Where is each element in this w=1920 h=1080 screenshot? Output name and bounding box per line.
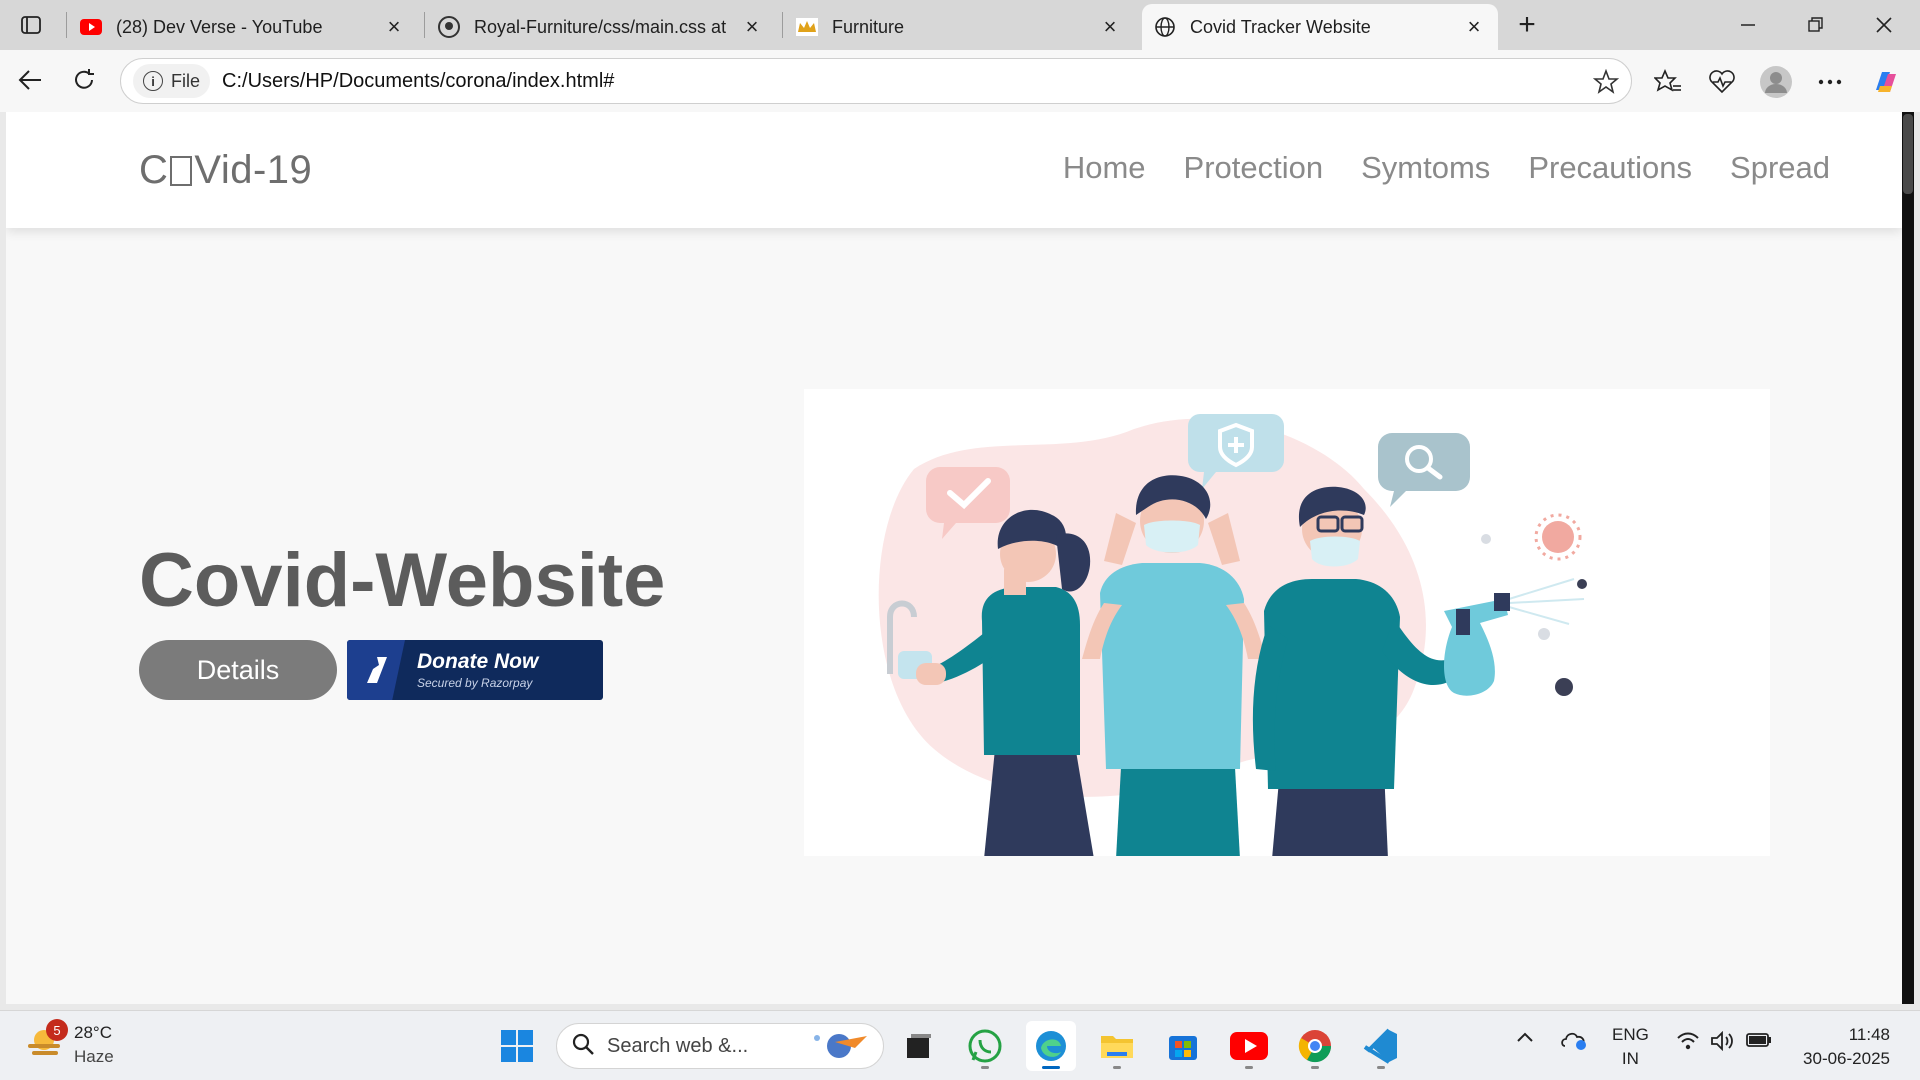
donate-label: Donate Now [417,650,539,673]
volume-icon[interactable] [1710,1031,1736,1051]
crown-icon [796,16,818,38]
profile-avatar-icon[interactable] [1756,62,1796,102]
page-viewport: C Vid-19 Home Protection Symtoms Precauti… [6,112,1902,1004]
favorite-star-icon[interactable] [1592,68,1620,100]
browser-toolbar: i File C:/Users/HP/Documents/corona/inde… [0,50,1920,112]
language-indicator[interactable]: ENG IN [1612,1023,1649,1071]
tab-youtube[interactable]: (28) Dev Verse - YouTube × [68,4,418,50]
close-icon[interactable]: × [740,14,764,39]
taskbar-clock[interactable]: 11:48 30-06-2025 [1803,1023,1890,1071]
search-placeholder: Search web &... [607,1034,749,1057]
url-text[interactable]: C:/Users/HP/Documents/corona/index.html# [222,70,614,93]
language-line2: IN [1621,1049,1639,1068]
youtube-icon [80,16,102,38]
tab-strip: (28) Dev Verse - YouTube × Royal-Furnitu… [0,0,1920,50]
taskbar-task-view[interactable] [894,1021,944,1071]
start-button[interactable] [492,1021,542,1071]
language-line1: ENG [1612,1025,1649,1044]
main-nav: Home Protection Symtoms Precautions Spre… [1063,150,1830,186]
reload-icon[interactable] [66,62,102,98]
site-logo[interactable]: C Vid-19 [139,148,312,193]
tab-github[interactable]: Royal-Furniture/css/main.css at m × [426,4,776,50]
new-tab-icon[interactable]: + [1510,8,1544,42]
globe-icon [1154,16,1176,38]
weather-widget[interactable]: 5 28°C Haze [26,1019,114,1069]
nav-precautions[interactable]: Precautions [1528,150,1692,186]
favorites-icon[interactable] [1648,62,1688,102]
close-window-icon[interactable] [1850,0,1918,50]
search-bubble-icon [1378,433,1470,507]
hero-title: Covid-Website [139,538,666,623]
weather-temp: 28°C [74,1023,112,1042]
clock-date: 30-06-2025 [1803,1049,1890,1068]
info-icon: i [143,71,163,91]
windows-taskbar: 5 28°C Haze Search web &... ENG IN 11:48… [0,1010,1920,1080]
nav-symtoms[interactable]: Symtoms [1361,150,1490,186]
scrollbar-thumb[interactable] [1903,114,1913,194]
tab-covid-tracker[interactable]: Covid Tracker Website × [1142,4,1498,50]
logo-text-start: C [139,148,169,192]
address-bar[interactable]: i File C:/Users/HP/Documents/corona/inde… [120,58,1632,104]
restore-icon[interactable] [1782,0,1850,50]
donate-sublabel: Secured by Razorpay [417,676,533,690]
taskbar-whatsapp[interactable] [960,1021,1010,1071]
close-icon[interactable]: × [382,14,406,39]
minimize-icon[interactable] [1714,0,1782,50]
site-info-chip[interactable]: i File [133,64,211,98]
taskbar-file-explorer[interactable] [1092,1021,1142,1071]
tab-label: (28) Dev Verse - YouTube [116,16,323,37]
tab-label: Covid Tracker Website [1190,16,1371,37]
copilot-icon[interactable] [1866,62,1906,102]
razorpay-logo-icon [347,640,405,700]
hero-illustration [804,389,1770,859]
taskbar-youtube[interactable] [1224,1021,1274,1071]
details-button[interactable]: Details [139,640,337,700]
taskbar-vscode[interactable] [1356,1021,1406,1071]
tab-actions-icon[interactable] [16,10,46,40]
logo-missing-glyph [170,156,193,186]
more-menu-icon[interactable] [1810,62,1850,102]
weather-badge: 5 [46,1019,68,1041]
search-icon [571,1032,595,1061]
close-icon[interactable]: × [1098,14,1122,39]
page-scrollbar[interactable] [1902,112,1914,1004]
tab-label: Royal-Furniture/css/main.css at m [474,16,732,37]
site-header: C Vid-19 Home Protection Symtoms Precauti… [6,112,1902,228]
taskbar-edge[interactable] [1026,1021,1076,1071]
nav-spread[interactable]: Spread [1730,150,1830,186]
nav-home[interactable]: Home [1063,150,1146,186]
close-icon[interactable]: × [1462,14,1486,39]
tab-separator [66,12,67,38]
tab-label: Furniture [832,16,905,37]
donate-button[interactable]: Donate Now Secured by Razorpay [347,640,603,700]
battery-icon[interactable] [1746,1031,1772,1049]
taskbar-chrome[interactable] [1290,1021,1340,1071]
chevron-up-icon[interactable] [1516,1031,1534,1043]
health-heart-icon[interactable] [1702,62,1742,102]
back-arrow-icon[interactable] [12,62,48,98]
taskbar-store[interactable] [1158,1021,1208,1071]
nav-protection[interactable]: Protection [1184,150,1324,186]
search-highlight-icon [805,1028,873,1065]
tab-separator [424,12,425,38]
site-info-label: File [171,70,201,91]
onedrive-icon[interactable] [1560,1029,1588,1051]
weather-condition: Haze [74,1047,114,1066]
wifi-icon[interactable] [1676,1031,1700,1051]
tab-separator [782,12,783,38]
tab-furniture[interactable]: Furniture × [784,4,1134,50]
github-icon [438,16,460,38]
clock-time: 11:48 [1848,1025,1890,1044]
taskbar-search[interactable]: Search web &... [556,1023,884,1069]
logo-text-end: Vid-19 [194,148,313,192]
